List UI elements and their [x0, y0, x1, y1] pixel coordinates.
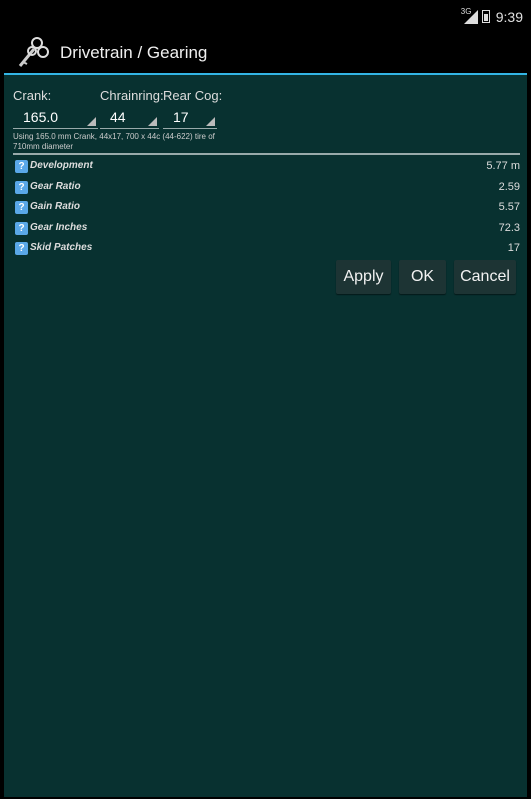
crank-spinner[interactable]: 165.0	[13, 107, 98, 129]
result-label: Gain Ratio	[30, 201, 81, 212]
cancel-button[interactable]: Cancel	[454, 260, 516, 294]
result-row-development: ? Development 5.77 m	[13, 157, 520, 178]
chainring-label: Chrainring:	[100, 88, 164, 103]
app-icon[interactable]	[14, 35, 50, 71]
result-value: 17	[507, 242, 520, 254]
dropdown-arrow-icon	[206, 117, 215, 126]
result-value: 2.59	[498, 180, 520, 193]
result-row-gain-ratio: ? Gain Ratio 5.57	[13, 198, 520, 219]
result-label: Skid Patches	[30, 242, 93, 253]
help-icon[interactable]: ?	[15, 160, 28, 173]
chainring-spinner[interactable]: 44	[100, 107, 159, 129]
result-value: 5.57	[498, 201, 520, 213]
crank-value: 165.0	[23, 109, 59, 125]
result-row-gear-inches: ? Gear Inches 72.3	[13, 219, 520, 240]
battery-icon	[481, 10, 490, 23]
rear-cog-spinner[interactable]: 17	[163, 107, 217, 129]
rear-cog-label: Rear Cog:	[163, 88, 223, 103]
page-title: Drivetrain / Gearing	[60, 43, 208, 62]
configuration-summary: Using 165.0 mm Crank, 44x17, 700 x 44c (…	[13, 132, 215, 151]
signal-icon: 3G	[460, 6, 478, 24]
status-bar: 3G 9:39	[0, 0, 531, 33]
result-label: Gear Ratio	[30, 180, 81, 192]
help-icon[interactable]: ?	[15, 180, 28, 194]
result-label: Development	[30, 160, 93, 171]
dropdown-arrow-icon	[148, 117, 157, 126]
action-bar: Drivetrain / Gearing	[0, 33, 531, 73]
result-row-skid-patches: ? Skid Patches 17	[13, 239, 520, 260]
results-list: ? Development 5.77 m ? Gear Ratio 2.59 ?…	[13, 157, 520, 260]
network-type-label: 3G	[460, 6, 472, 16]
result-row-gear-ratio: ? Gear Ratio 2.59	[13, 178, 520, 199]
help-icon[interactable]: ?	[15, 221, 28, 235]
crank-label: Crank:	[13, 88, 52, 103]
dropdown-arrow-icon	[87, 117, 96, 126]
ok-button[interactable]: OK	[399, 260, 446, 294]
help-icon[interactable]: ?	[15, 201, 28, 214]
divider	[13, 153, 520, 155]
result-label: Gear Inches	[30, 221, 88, 233]
result-value: 5.77 m	[486, 160, 520, 172]
help-icon[interactable]: ?	[15, 242, 28, 255]
result-value: 72.3	[498, 221, 520, 234]
apply-button[interactable]: Apply	[336, 260, 391, 294]
clock: 9:39	[495, 8, 523, 25]
gearing-panel: Crank: Chrainring: Rear Cog: 165.0 44 17…	[4, 73, 527, 797]
